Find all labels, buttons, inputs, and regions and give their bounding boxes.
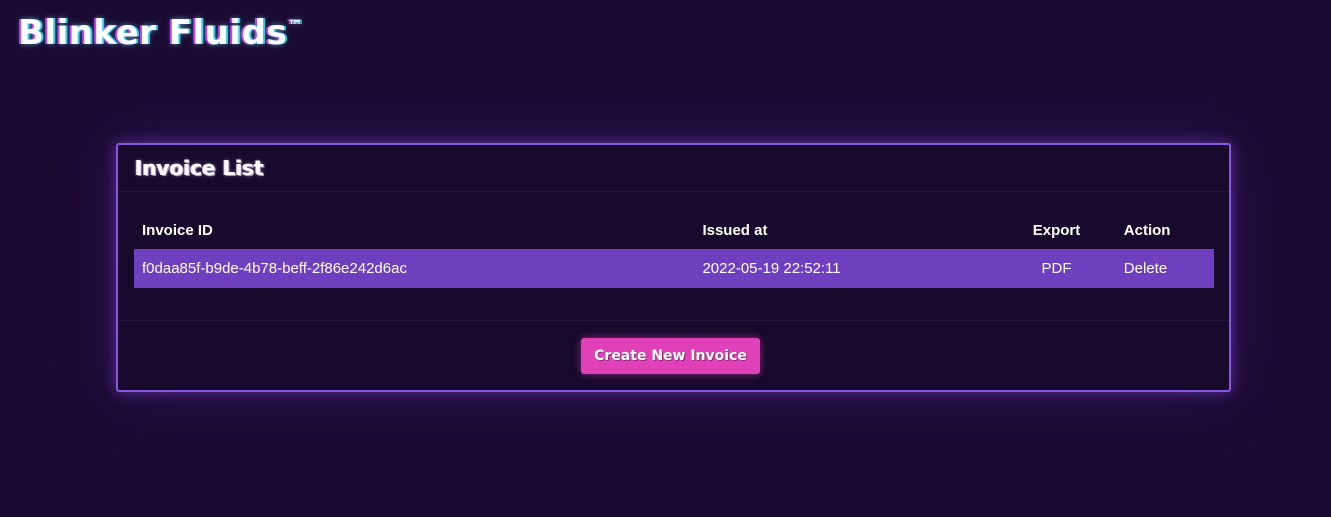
- invoice-id-cell: f0daa85f-b9de-4b78-beff-2f86e242d6ac: [134, 249, 695, 288]
- invoice-list-panel: Invoice List Invoice ID Issued at Export…: [116, 143, 1231, 392]
- export-pdf-link[interactable]: PDF: [1041, 260, 1071, 277]
- column-header-issued-at: Issued at: [702, 221, 768, 239]
- trademark-symbol: ™: [287, 16, 304, 35]
- panel-footer: Create New Invoice: [118, 320, 1229, 391]
- invoice-table-container: Invoice ID Issued at Export Action f0daa…: [134, 211, 1214, 288]
- invoice-table: Invoice ID Issued at Export Action f0daa…: [134, 211, 1214, 288]
- column-header-invoice-id: Invoice ID: [142, 221, 213, 239]
- panel-title: Invoice List: [135, 156, 264, 180]
- brand-logo: Blinker Fluids™: [18, 16, 304, 50]
- column-header-export: Export: [1032, 221, 1081, 239]
- panel-header: Invoice List: [118, 145, 1229, 192]
- column-header-action: Action: [1123, 221, 1171, 239]
- table-row: f0daa85f-b9de-4b78-beff-2f86e242d6ac 202…: [134, 249, 1214, 288]
- create-new-invoice-button[interactable]: Create New Invoice: [581, 338, 760, 374]
- action-cell: Delete: [1115, 249, 1214, 288]
- table-header-row: Invoice ID Issued at Export Action: [134, 211, 1214, 249]
- issued-at-cell: 2022-05-19 22:52:11: [694, 249, 998, 288]
- brand-name: Blinker Fluids: [18, 13, 288, 53]
- export-cell: PDF: [997, 249, 1116, 288]
- delete-invoice-link[interactable]: Delete: [1124, 260, 1167, 277]
